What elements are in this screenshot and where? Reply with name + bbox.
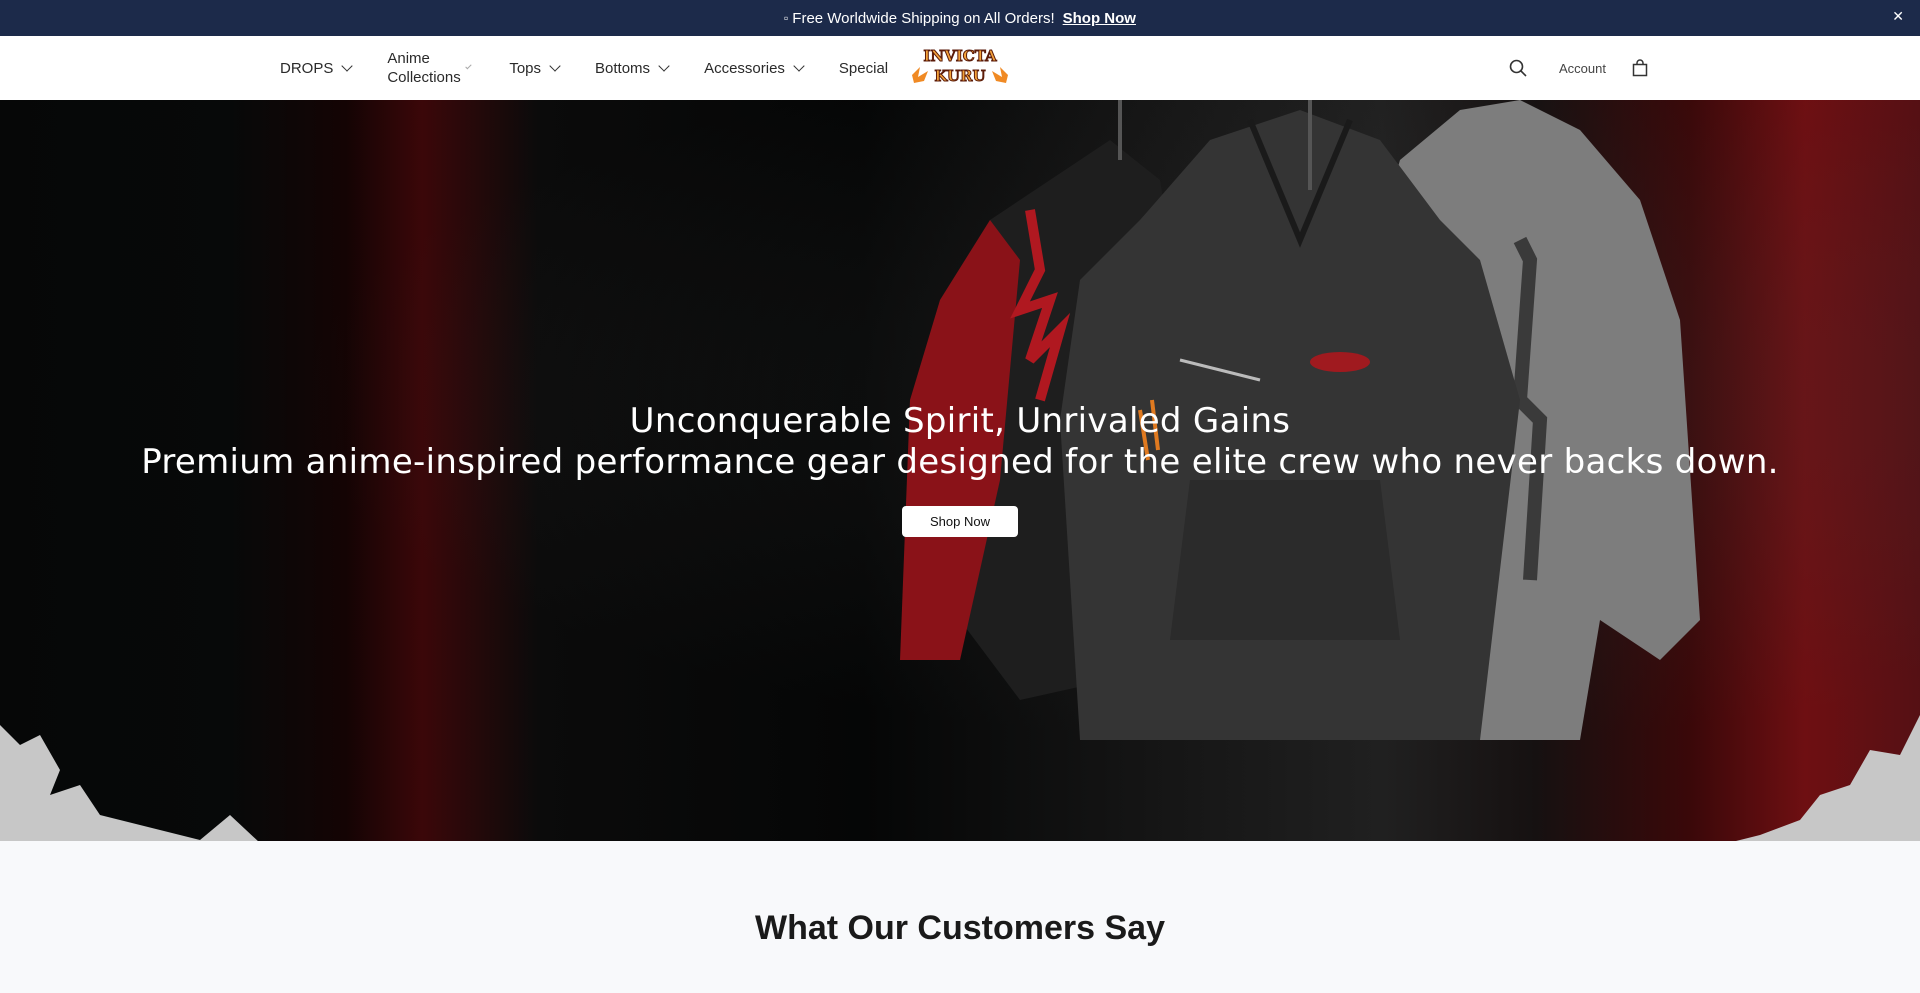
chevron-down-icon [464,62,472,69]
hero-banner: Unconquerable Spirit, Unrivaled Gains Pr… [0,100,1920,845]
close-icon[interactable]: ✕ [1892,8,1904,25]
logo-flame-left [912,67,928,83]
nav-item-drops[interactable]: DROPS [280,59,354,77]
hero-text: Unconquerable Spirit, Unrivaled Gains Pr… [0,400,1920,537]
nav-item-label: DROPS [280,59,334,77]
nav-item-anime-collections[interactable]: Anime Collections [387,49,472,87]
nav-item-special[interactable]: Special [839,60,888,77]
nav-item-label: Tops [509,59,542,77]
hero-title: Unconquerable Spirit, Unrivaled Gains [629,401,1291,441]
account-link[interactable]: Account [1559,61,1606,76]
main-nav: DROPS Anime Collections Tops Bottoms Acc… [280,36,924,100]
paint-splatter-divider [0,715,1920,845]
nav-item-label: Special [838,59,889,77]
site-header: DROPS Anime Collections Tops Bottoms Acc… [0,36,1920,101]
nav-item-label: Anime Collections [387,50,461,86]
announcement-text: Free Worldwide Shipping on All Orders! [792,9,1055,27]
logo-text-bottom: KURU [934,67,985,85]
logo-flame-right [992,67,1008,83]
nav-item-bottoms[interactable]: Bottoms [595,59,670,77]
brand-logo[interactable]: INVICTA KURU [908,41,1012,95]
chevron-down-icon [793,59,805,72]
nav-item-tops[interactable]: Tops [509,59,561,77]
announcement-bar: ▫ Free Worldwide Shipping on All Orders!… [0,0,1920,36]
nav-item-label: Accessories [704,59,785,77]
hero-shop-now-button[interactable]: Shop Now [902,506,1018,537]
reviews-heading: What Our Customers Say [755,909,1165,947]
chevron-down-icon [341,59,354,72]
search-icon[interactable] [1509,59,1527,77]
nav-item-accessories[interactable]: Accessories [704,59,805,77]
announcement-shop-now-link[interactable]: Shop Now [1063,10,1136,27]
logo-text-top: INVICTA [923,47,997,65]
header-tools: Account [1509,36,1648,100]
hero-subtitle: Premium anime-inspired performance gear … [141,442,1779,482]
chevron-down-icon [549,59,561,72]
nav-item-label: Bottoms [595,59,651,77]
shopping-bag-icon[interactable] [1632,59,1648,77]
reviews-section: What Our Customers Say [0,845,1920,993]
gift-icon: ▫ [784,11,789,25]
chevron-down-icon [658,59,670,72]
